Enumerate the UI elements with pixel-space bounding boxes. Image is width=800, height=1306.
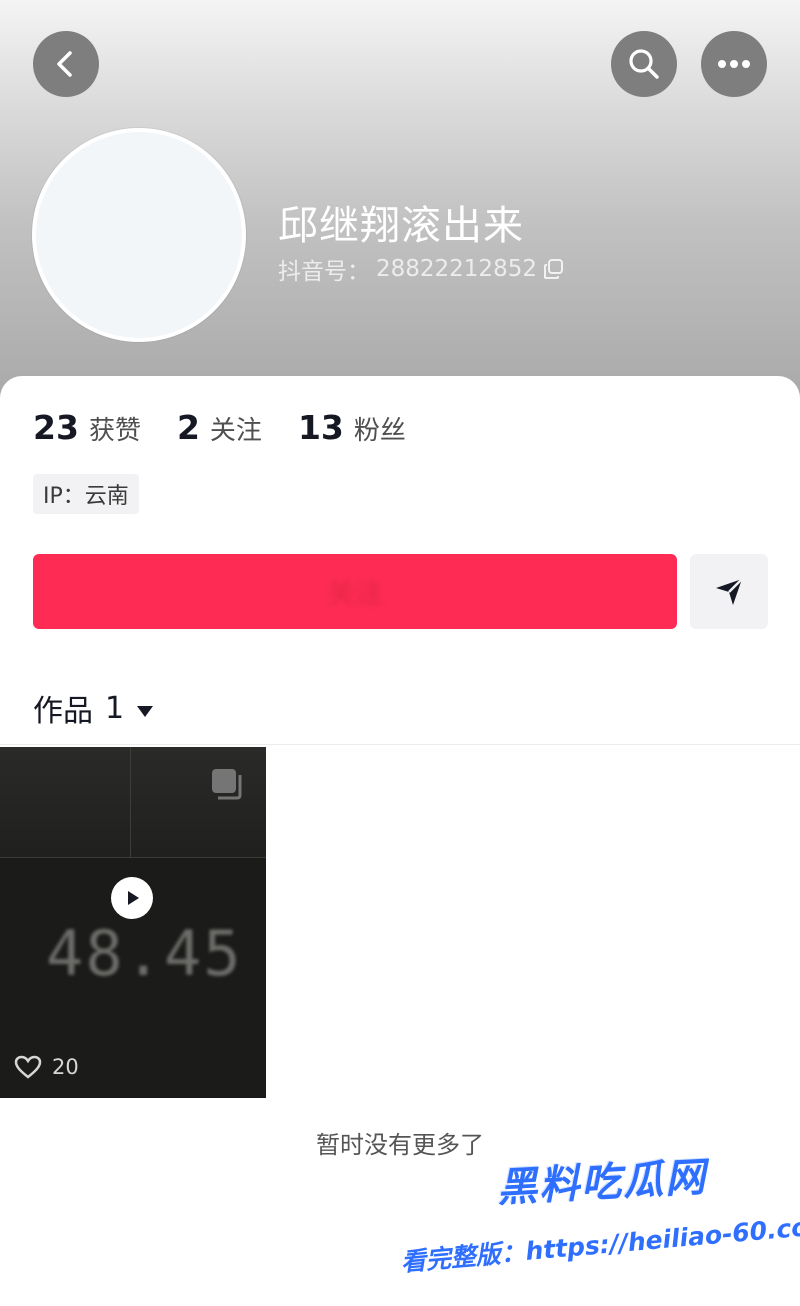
stat-label: 关注 <box>209 416 262 446</box>
copy-icon[interactable] <box>543 258 565 280</box>
stat-number: 13 <box>297 408 344 447</box>
caret-down-icon <box>136 691 154 726</box>
stat-followers[interactable]: 13 粉丝 <box>298 408 406 447</box>
likes-count: 20 <box>14 1055 79 1079</box>
video-thumbnail[interactable]: 48.45 20 <box>0 747 266 1098</box>
stat-likes[interactable]: 23 获赞 <box>33 408 141 447</box>
follow-button-label: 关注 <box>326 576 383 610</box>
tab-works[interactable]: 作品 1 <box>33 686 154 730</box>
likes-number: 20 <box>52 1055 79 1079</box>
back-button[interactable] <box>33 31 99 97</box>
uid-row: 抖音号： 28822212852 <box>278 252 565 286</box>
tab-works-count: 1 <box>105 690 125 726</box>
more-button[interactable] <box>701 31 767 97</box>
play-icon <box>111 877 153 919</box>
background-line <box>130 747 131 857</box>
screen-text: 48.45 <box>46 917 243 990</box>
divider <box>0 744 800 745</box>
stat-label: 粉丝 <box>353 416 406 446</box>
uid-value: 28822212852 <box>376 256 537 282</box>
stats-row: 23 获赞 2 关注 13 粉丝 <box>33 408 442 447</box>
search-icon <box>629 49 659 79</box>
watermark-brand: 黑料吃瓜网 <box>496 1154 709 1212</box>
stat-following[interactable]: 2 关注 <box>177 408 262 447</box>
more-icon <box>718 60 750 68</box>
nickname: 邱继翔滚出来 <box>278 203 524 249</box>
stat-number: 23 <box>33 408 79 447</box>
back-icon <box>57 51 72 77</box>
message-button[interactable] <box>690 554 768 629</box>
send-icon <box>716 577 743 605</box>
ip-location-tag: IP：云南 <box>33 474 139 514</box>
uid-label: 抖音号： <box>278 259 370 285</box>
profile-header: 邱继翔滚出来 抖音号： 28822212852 <box>0 0 800 400</box>
tab-works-label: 作品 <box>33 694 93 729</box>
stat-number: 2 <box>176 408 200 447</box>
search-button[interactable] <box>611 31 677 97</box>
heart-icon <box>14 1055 42 1079</box>
avatar[interactable] <box>32 128 246 342</box>
multi-image-icon <box>212 769 242 800</box>
stat-label: 获赞 <box>88 416 141 446</box>
follow-button[interactable]: 关注 <box>33 554 677 629</box>
